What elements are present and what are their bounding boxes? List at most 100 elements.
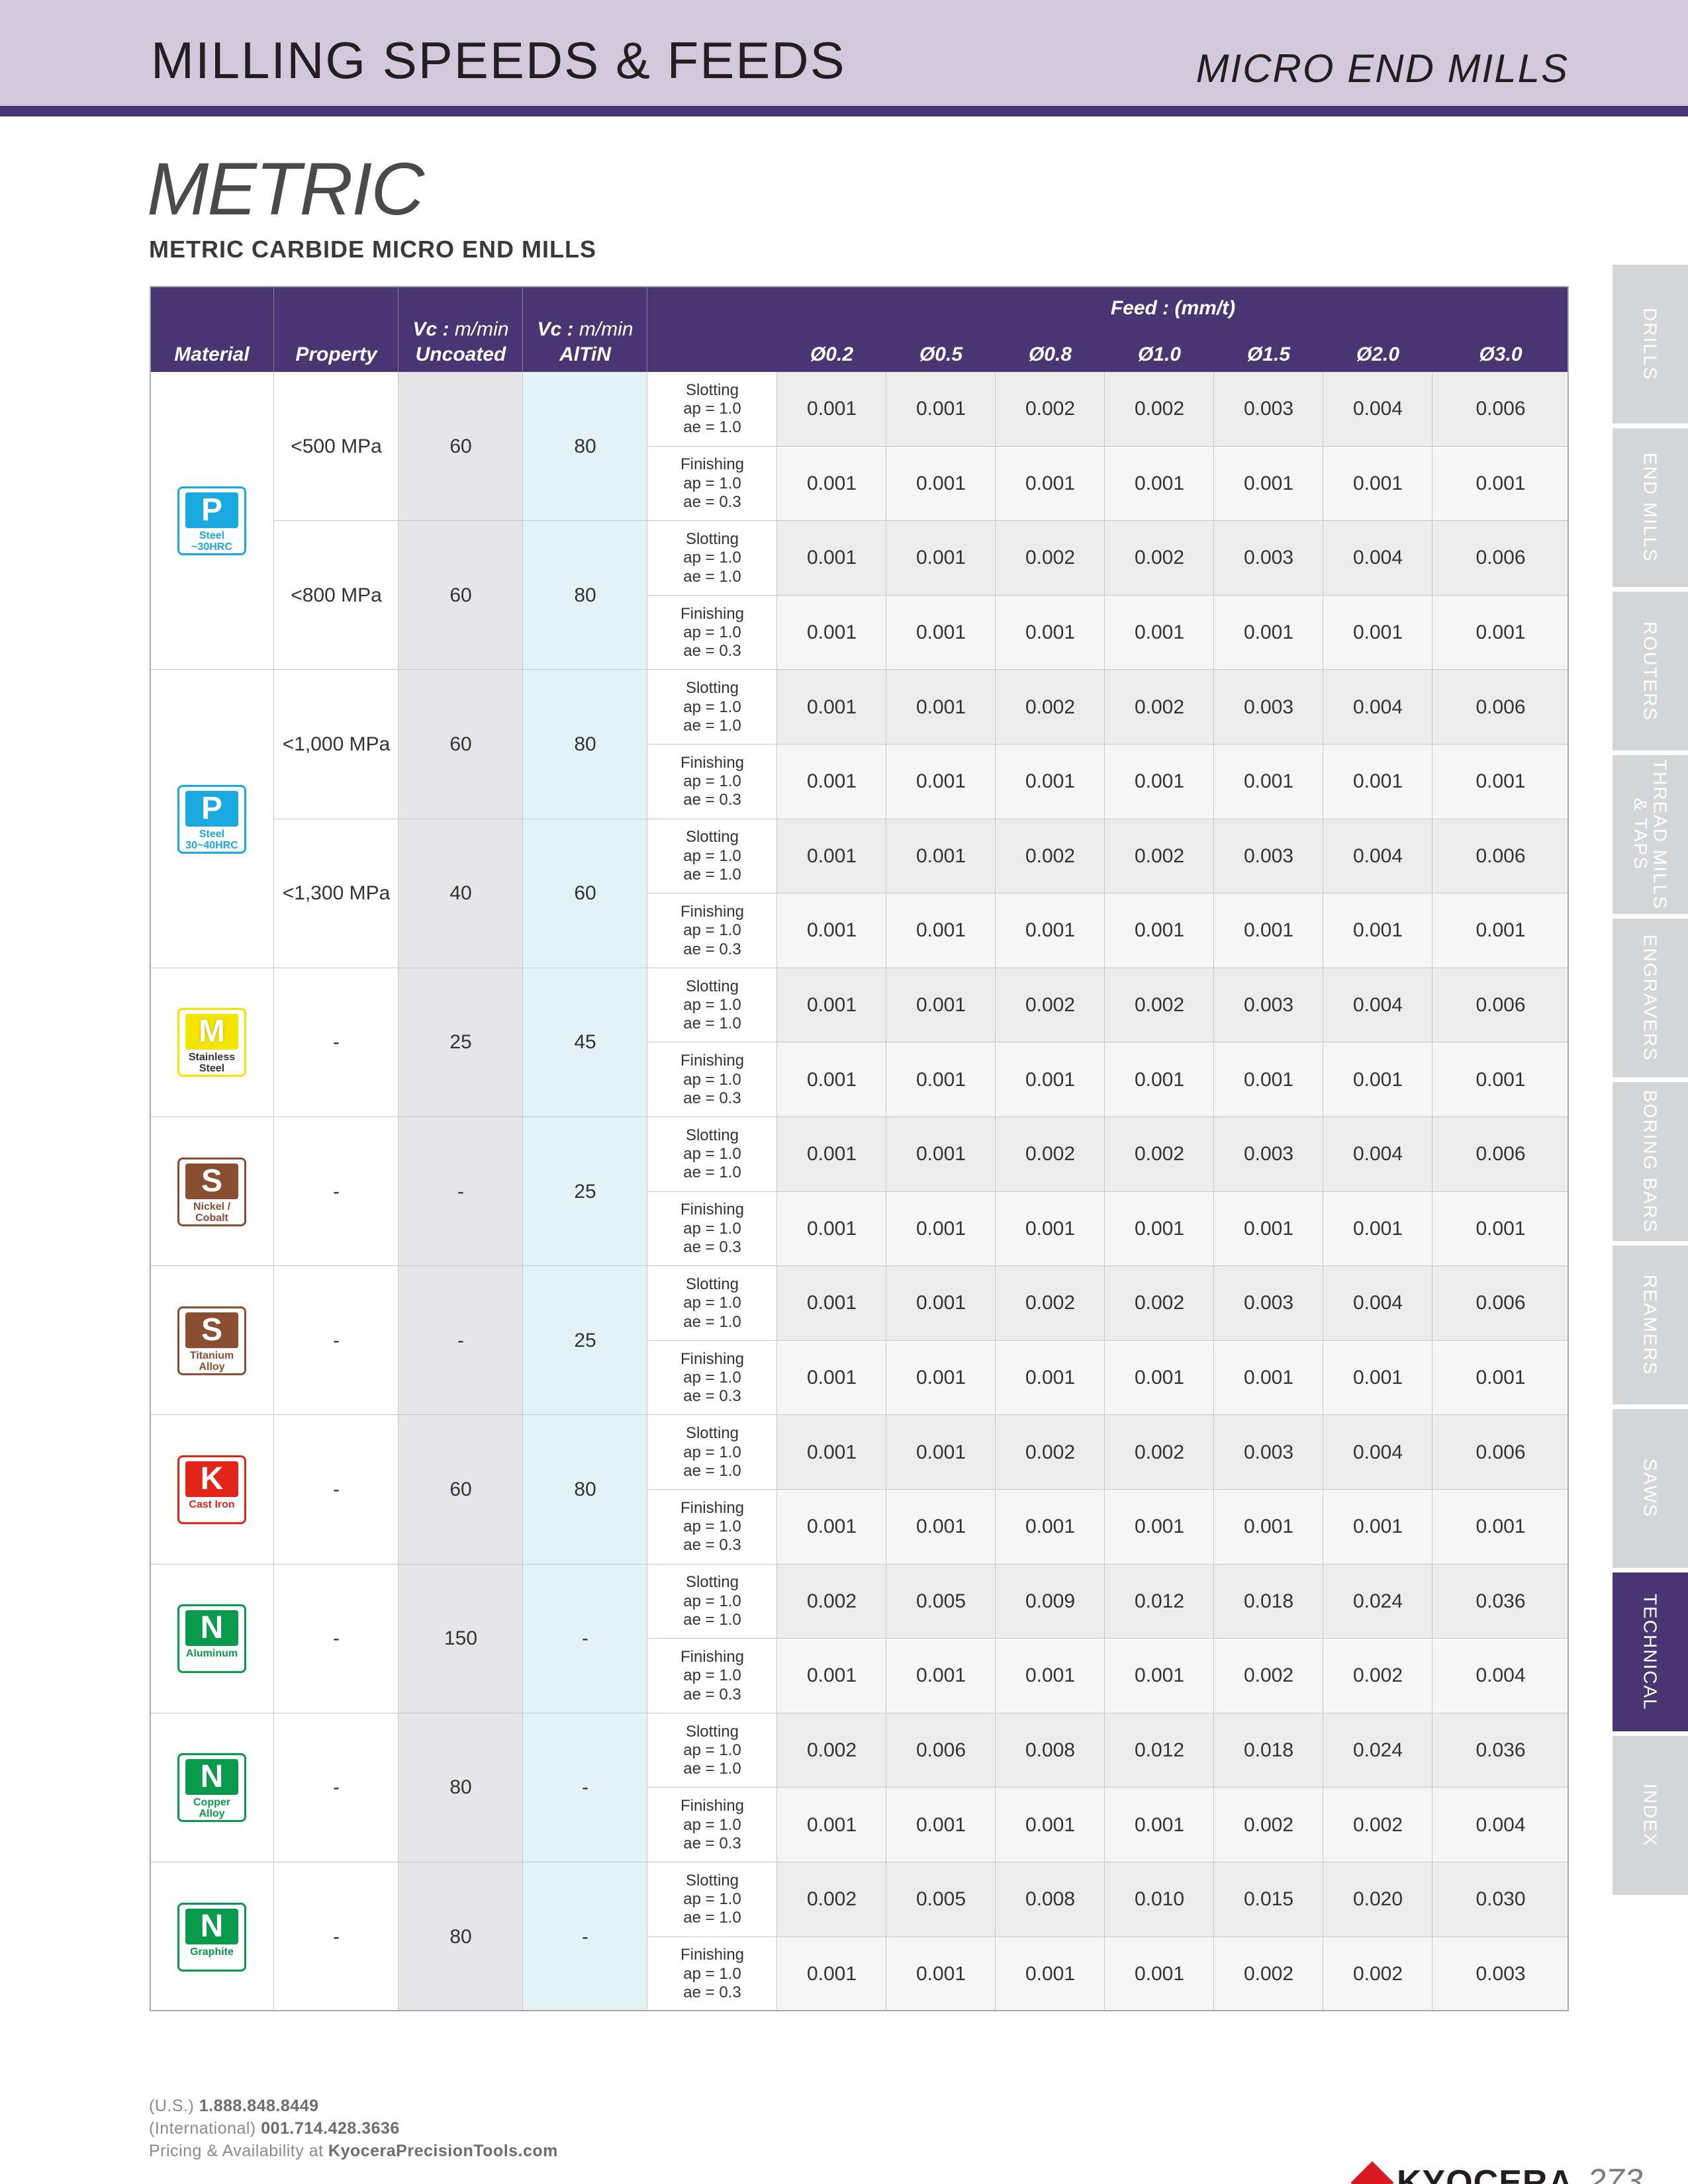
feed-value: 0.001 bbox=[1432, 595, 1569, 670]
feed-value: 0.004 bbox=[1432, 1639, 1569, 1713]
feed-value: 0.001 bbox=[777, 1117, 886, 1192]
feed-value: 0.002 bbox=[1105, 521, 1214, 596]
operation-param: ae = 1.0 bbox=[683, 1461, 741, 1480]
iso-material-badge: N Aluminum bbox=[177, 1604, 246, 1674]
page-header-title: MILLING SPEEDS & FEEDS bbox=[151, 31, 846, 89]
material-cell: M Stainless Steel bbox=[150, 968, 274, 1117]
feed-value: 0.001 bbox=[1214, 1042, 1323, 1117]
header-feed: Feed : (mm/t) bbox=[1110, 297, 1236, 320]
feed-value: 0.001 bbox=[886, 595, 996, 670]
feed-value: 0.001 bbox=[886, 1117, 996, 1192]
feed-value: 0.001 bbox=[1105, 1042, 1214, 1117]
operation-param: ae = 1.0 bbox=[683, 418, 741, 437]
operation-param: ap = 1.0 bbox=[683, 995, 741, 1014]
feed-value: 0.001 bbox=[777, 595, 886, 670]
operation-cell: Slotting ap = 1.0 ae = 1.0 bbox=[647, 819, 777, 894]
operation-name: Finishing bbox=[680, 1349, 745, 1368]
operation-param: ap = 1.0 bbox=[683, 1964, 741, 1983]
iso-letter: N bbox=[185, 1610, 238, 1647]
operation-name: Slotting bbox=[685, 381, 739, 399]
side-tab-engravers[interactable]: ENGRAVERS bbox=[1613, 919, 1688, 1077]
feed-value: 0.001 bbox=[777, 1266, 886, 1341]
footer-pricing-label: Pricing & Availability at bbox=[149, 2142, 324, 2160]
side-tab-boring-bars[interactable]: BORING BARS bbox=[1613, 1082, 1688, 1241]
operation-param: ae = 1.0 bbox=[683, 1163, 741, 1182]
operation-name: Slotting bbox=[685, 1275, 739, 1294]
feed-value: 0.006 bbox=[1432, 1415, 1569, 1490]
side-tab-label: DRILLS bbox=[1640, 307, 1661, 381]
feed-value: 0.002 bbox=[1323, 1936, 1432, 2012]
operation-param: ap = 1.0 bbox=[683, 1368, 741, 1387]
operation-param: ap = 1.0 bbox=[683, 1741, 741, 1759]
feed-value: 0.001 bbox=[886, 521, 996, 596]
us-phone-number[interactable]: 1.888.848.8449 bbox=[199, 2097, 319, 2115]
feed-value: 0.001 bbox=[777, 446, 886, 522]
footer-pricing: Pricing & Availability at KyoceraPrecisi… bbox=[149, 2142, 558, 2161]
feed-value: 0.001 bbox=[1214, 1191, 1323, 1267]
vc-altin-value: 80 bbox=[523, 670, 647, 819]
iso-material-label: Alloy bbox=[199, 1808, 225, 1820]
feed-value: 0.001 bbox=[1323, 1340, 1432, 1416]
feed-value: 0.001 bbox=[1323, 745, 1432, 819]
feed-value: 0.001 bbox=[1323, 1042, 1432, 1117]
vc-uncoated-value: 60 bbox=[399, 521, 523, 670]
feed-value: 0.001 bbox=[1105, 1490, 1214, 1565]
feed-value: 0.001 bbox=[996, 745, 1105, 819]
feed-value: 0.001 bbox=[777, 1191, 886, 1267]
header-property: Property bbox=[274, 286, 399, 372]
operation-param: ap = 1.0 bbox=[683, 846, 741, 865]
feed-value: 0.001 bbox=[777, 1936, 886, 2012]
iso-material-badge: K Cast Iron bbox=[177, 1455, 246, 1524]
iso-material-badge: M Stainless Steel bbox=[177, 1008, 246, 1077]
feed-value: 0.006 bbox=[1432, 670, 1569, 745]
side-tab-thread-mills-taps[interactable]: THREAD MILLS & TAPS bbox=[1613, 755, 1688, 914]
side-tab-reamers[interactable]: REAMERS bbox=[1613, 1246, 1688, 1404]
operation-name: Finishing bbox=[680, 1648, 745, 1666]
header-material: Material bbox=[150, 286, 274, 372]
intl-phone-number[interactable]: 001.714.428.3636 bbox=[261, 2119, 400, 2138]
feed-value: 0.015 bbox=[1214, 1862, 1323, 1937]
operation-cell: Slotting ap = 1.0 ae = 1.0 bbox=[647, 1415, 777, 1490]
side-tab-label: REAMERS bbox=[1640, 1274, 1661, 1376]
operation-name: Finishing bbox=[680, 1797, 745, 1815]
side-tab-label: END MILLS bbox=[1640, 453, 1661, 563]
vc-symbol: Vc : bbox=[412, 318, 449, 340]
side-tab-drills[interactable]: DRILLS bbox=[1613, 265, 1688, 424]
side-tab-end-mills[interactable]: END MILLS bbox=[1613, 428, 1688, 587]
operation-cell: Finishing ap = 1.0 ae = 0.3 bbox=[647, 1042, 777, 1117]
feed-value: 0.001 bbox=[1214, 446, 1323, 522]
feed-value: 0.006 bbox=[886, 1713, 996, 1788]
operation-param: ae = 1.0 bbox=[683, 1015, 741, 1033]
kyocera-wordmark: KYOCERA bbox=[1397, 2163, 1574, 2184]
feed-value: 0.001 bbox=[777, 893, 886, 968]
operation-param: ae = 0.3 bbox=[683, 1536, 741, 1555]
operation-param: ae = 1.0 bbox=[683, 1909, 741, 1927]
operation-param: ae = 0.3 bbox=[683, 1089, 741, 1107]
feed-value: 0.002 bbox=[1105, 1266, 1214, 1341]
operation-param: ae = 0.3 bbox=[683, 1834, 741, 1852]
operation-param: ae = 0.3 bbox=[683, 1983, 741, 2002]
feed-value: 0.001 bbox=[886, 819, 996, 894]
feed-value: 0.001 bbox=[886, 670, 996, 745]
vc-altin-value: 80 bbox=[523, 372, 647, 522]
feed-value: 0.004 bbox=[1323, 968, 1432, 1043]
property-value: - bbox=[274, 1266, 399, 1416]
iso-material-badge: S Nickel / Cobalt bbox=[177, 1157, 246, 1226]
operation-cell: Finishing ap = 1.0 ae = 0.3 bbox=[647, 1490, 777, 1565]
property-value: - bbox=[274, 1564, 399, 1713]
side-tab-routers[interactable]: ROUTERS bbox=[1613, 592, 1688, 751]
operation-name: Finishing bbox=[680, 1201, 745, 1219]
website-link[interactable]: KyoceraPrecisionTools.com bbox=[328, 2142, 558, 2160]
feed-value: 0.004 bbox=[1323, 1415, 1432, 1490]
material-cell: K Cast Iron bbox=[150, 1415, 274, 1565]
vc-altin-value: - bbox=[523, 1713, 647, 1862]
feed-value: 0.012 bbox=[1105, 1564, 1214, 1639]
vc-altin-value: - bbox=[523, 1862, 647, 2012]
side-tab-label: SAWS bbox=[1640, 1459, 1661, 1518]
feed-value: 0.002 bbox=[1214, 1788, 1323, 1862]
side-tab-saws[interactable]: SAWS bbox=[1613, 1409, 1688, 1568]
side-tab-technical[interactable]: TECHNICAL bbox=[1613, 1572, 1688, 1731]
side-tab-index[interactable]: INDEX bbox=[1613, 1736, 1688, 1895]
feed-value: 0.003 bbox=[1214, 521, 1323, 596]
operation-param: ap = 1.0 bbox=[683, 400, 741, 418]
